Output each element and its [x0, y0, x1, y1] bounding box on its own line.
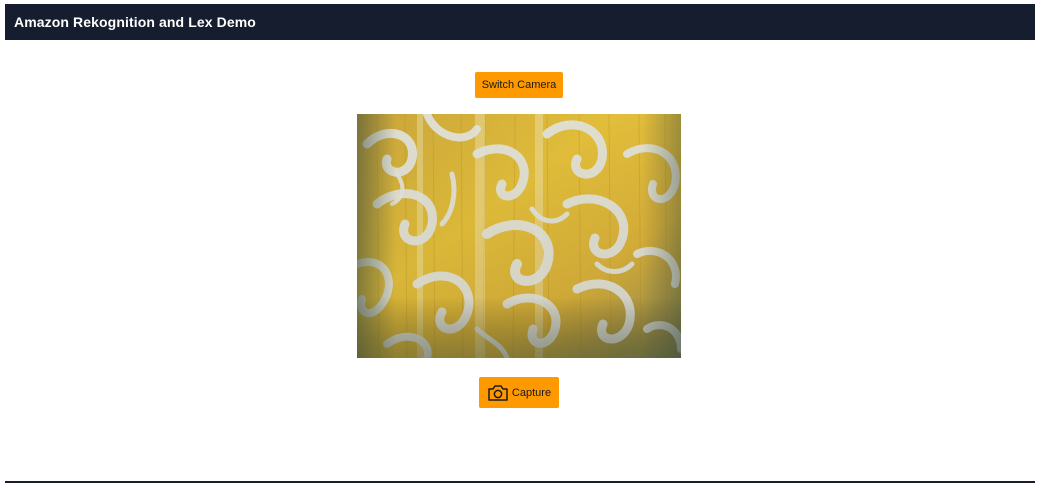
camera-icon [487, 384, 509, 402]
app-title: Amazon Rekognition and Lex Demo [14, 14, 256, 30]
footer-divider [5, 481, 1035, 483]
switch-camera-button[interactable]: Switch Camera [475, 72, 563, 98]
top-navigation-bar: Amazon Rekognition and Lex Demo [5, 4, 1035, 40]
page: Amazon Rekognition and Lex Demo Switch C… [0, 0, 1042, 490]
capture-button[interactable]: Capture [479, 377, 559, 408]
capture-button-label: Capture [511, 386, 552, 399]
camera-video-feed [357, 114, 681, 358]
